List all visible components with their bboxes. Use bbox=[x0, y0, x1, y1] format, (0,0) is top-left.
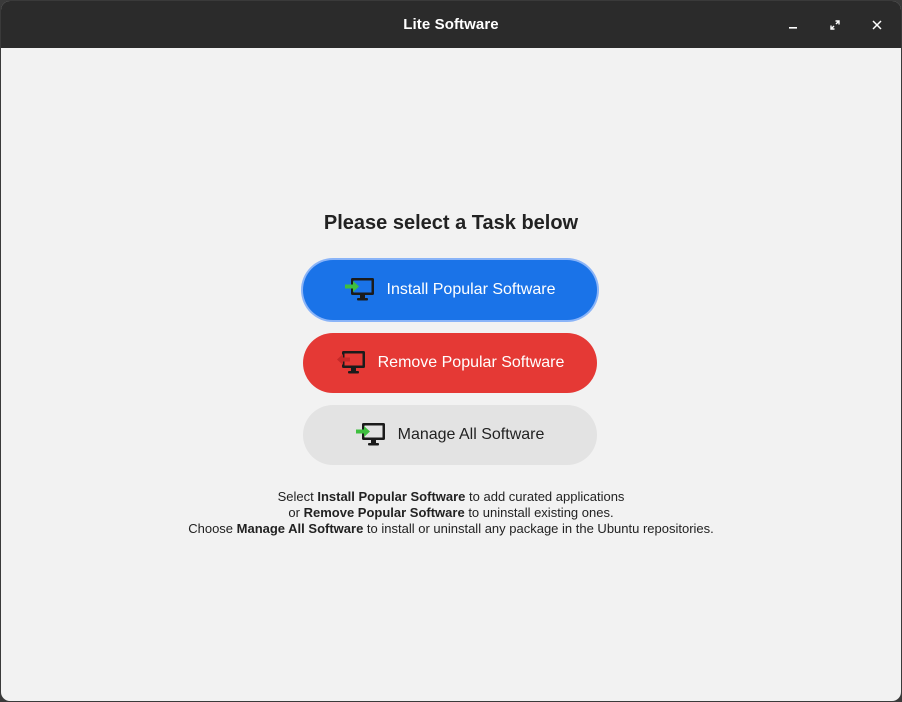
monitor-install-icon bbox=[344, 278, 374, 301]
minimize-icon bbox=[789, 27, 797, 29]
remove-button-label: Remove Popular Software bbox=[377, 354, 565, 371]
description-line-1: Select Install Popular Software to add c… bbox=[277, 489, 625, 504]
monitor-remove-icon bbox=[336, 351, 365, 374]
remove-popular-software-button[interactable]: Remove Popular Software bbox=[303, 333, 597, 393]
minimize-button[interactable] bbox=[781, 13, 805, 37]
description-line-3: Choose Manage All Software to install or… bbox=[188, 521, 714, 536]
description-line-2: or Remove Popular Software to uninstall … bbox=[288, 505, 614, 520]
task-description: Select Install Popular Software to add c… bbox=[1, 489, 901, 537]
app-window: Lite Software Please select a Task below bbox=[1, 1, 901, 701]
install-button-label: Install Popular Software bbox=[386, 281, 556, 298]
manage-button-label: Manage All Software bbox=[397, 426, 545, 443]
monitor-manage-icon bbox=[355, 423, 385, 446]
manage-all-software-button[interactable]: Manage All Software bbox=[303, 405, 597, 465]
page-heading: Please select a Task below bbox=[323, 212, 579, 234]
titlebar[interactable]: Lite Software bbox=[1, 1, 901, 48]
maximize-icon bbox=[830, 20, 840, 30]
window-title: Lite Software bbox=[403, 16, 499, 33]
close-button[interactable] bbox=[865, 13, 889, 37]
main-content: Please select a Task below Install Popul… bbox=[1, 48, 901, 701]
maximize-button[interactable] bbox=[823, 13, 847, 37]
close-icon bbox=[872, 20, 882, 30]
install-popular-software-button[interactable]: Install Popular Software bbox=[303, 260, 597, 320]
